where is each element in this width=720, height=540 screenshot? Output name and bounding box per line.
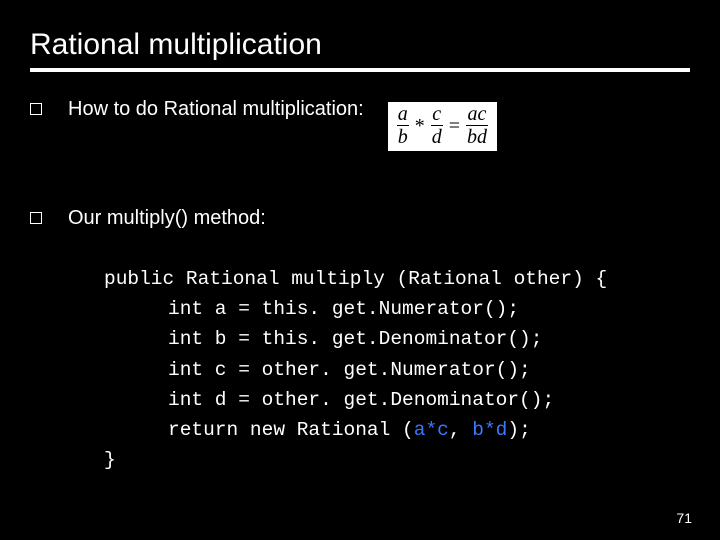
numerator-a: a (397, 104, 409, 124)
square-bullet-icon (30, 212, 42, 224)
fraction-c-over-d: c d (431, 104, 443, 147)
code-line-3: int b = this. get.Denominator(); (104, 324, 542, 354)
bullet-item-2: Our multiply() method: (30, 207, 690, 230)
slide-title: Rational multiplication (30, 28, 690, 62)
rational-multiplication-formula: a b * c d = ac bd (388, 102, 497, 151)
fraction-ac-over-bd: ac bd (466, 104, 488, 147)
equals-operator: = (449, 116, 460, 136)
code-expr-bd: b*d (472, 419, 507, 441)
code-line-1: public Rational multiply (Rational other… (104, 268, 607, 290)
code-expr-ac: a*c (414, 419, 449, 441)
code-return-prefix: return new Rational ( (168, 419, 414, 441)
code-line-5: int d = other. get.Denominator(); (104, 385, 554, 415)
code-line-4: int c = other. get.Numerator(); (104, 355, 531, 385)
code-comma: , (449, 419, 472, 441)
code-line-6: return new Rational (a*c, b*d); (104, 415, 531, 445)
code-block: public Rational multiply (Rational other… (104, 264, 690, 476)
bullet-item-1: How to do Rational multiplication: a b *… (30, 98, 690, 147)
bullet-text-2: Our multiply() method: (68, 207, 266, 230)
numerator-c: c (431, 104, 442, 124)
slide: Rational multiplication How to do Ration… (0, 0, 720, 540)
page-number: 71 (676, 510, 692, 526)
square-bullet-icon (30, 103, 42, 115)
denominator-bd: bd (466, 127, 488, 147)
numerator-ac: ac (467, 104, 488, 124)
code-line-7: } (104, 449, 116, 471)
title-underline (30, 68, 690, 72)
code-line-2: int a = this. get.Numerator(); (104, 294, 519, 324)
bullet-text-1: How to do Rational multiplication: (68, 98, 364, 121)
denominator-b: b (397, 127, 409, 147)
fraction-a-over-b: a b (397, 104, 409, 147)
denominator-d: d (431, 127, 443, 147)
code-return-suffix: ); (507, 419, 530, 441)
times-operator: * (415, 116, 425, 136)
